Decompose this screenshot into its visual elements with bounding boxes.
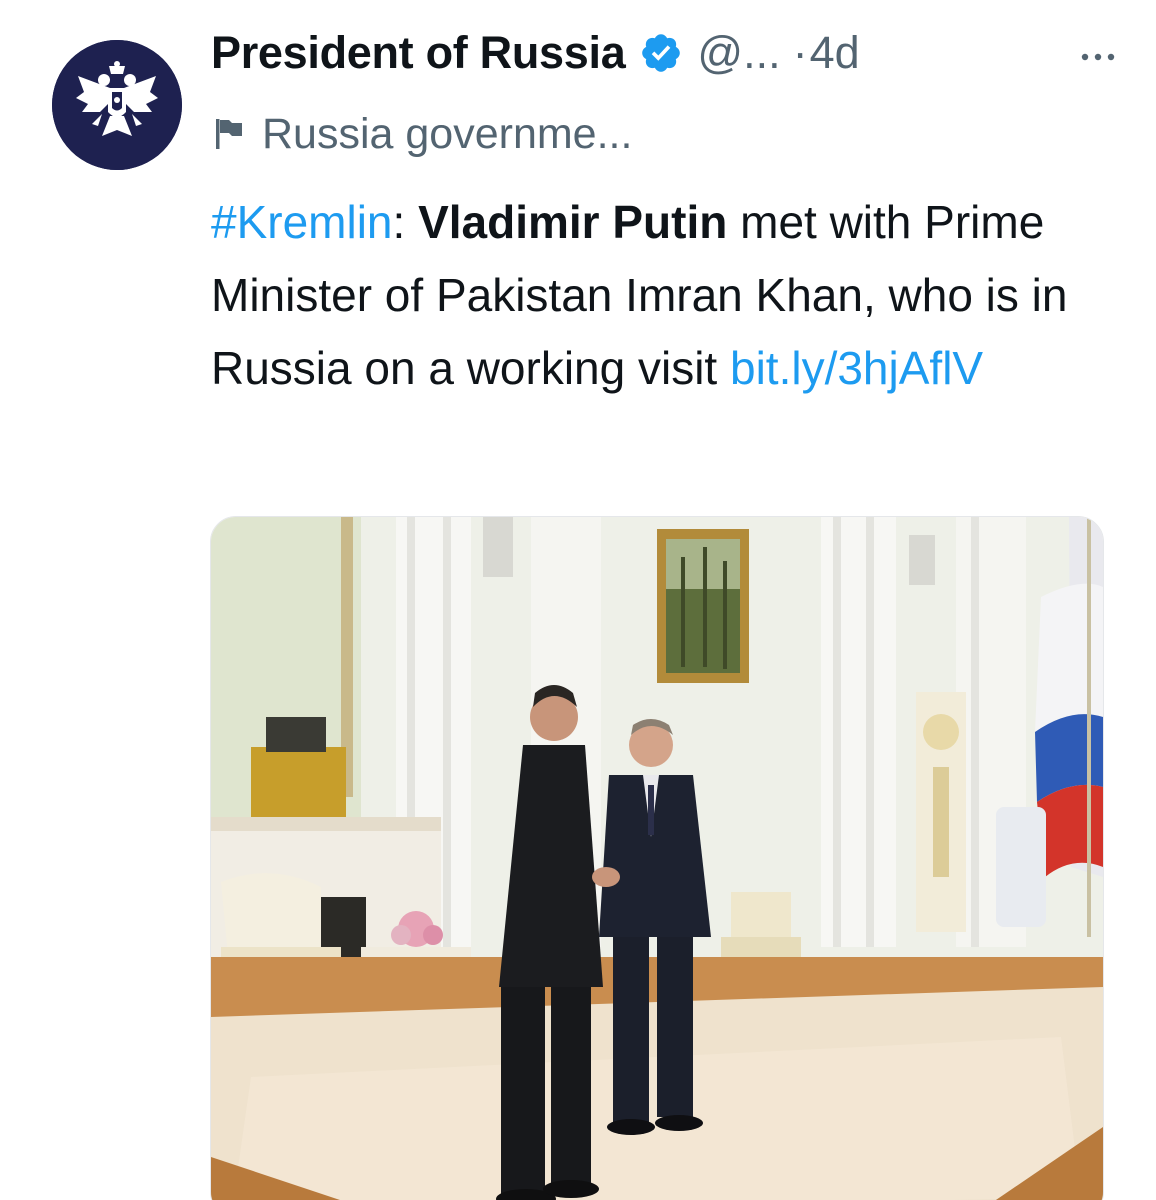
url-link[interactable]: bit.ly/3hjAflV (730, 342, 983, 394)
text-bold-name: Vladimir Putin (418, 196, 728, 248)
more-horizontal-icon[interactable] (1071, 42, 1131, 72)
hashtag-link[interactable]: #Kremlin (211, 196, 393, 248)
author-handle[interactable]: @... (697, 27, 780, 79)
russian-coat-of-arms-icon (52, 40, 182, 170)
account-label-text: Russia governme... (262, 109, 633, 158)
author-display-name[interactable]: President of Russia (211, 27, 626, 79)
tweet-text: #Kremlin: Vladimir Putin met with Prime … (211, 186, 1131, 405)
verified-badge-icon (642, 34, 681, 72)
text-colon: : (392, 196, 419, 248)
timestamp[interactable]: 4d (810, 27, 860, 79)
flag-icon (216, 119, 242, 149)
separator-dot: · (792, 27, 808, 78)
avatar[interactable] (52, 40, 182, 170)
photo-kremlin-meeting (211, 517, 1103, 1200)
tweet-header: President of Russia @... · 4d (211, 22, 1131, 84)
tweet[interactable]: President of Russia @... · 4d Russia gov… (0, 0, 1156, 1200)
account-label[interactable]: Russia governme... (214, 106, 632, 162)
tweet-photo[interactable] (210, 516, 1104, 1200)
